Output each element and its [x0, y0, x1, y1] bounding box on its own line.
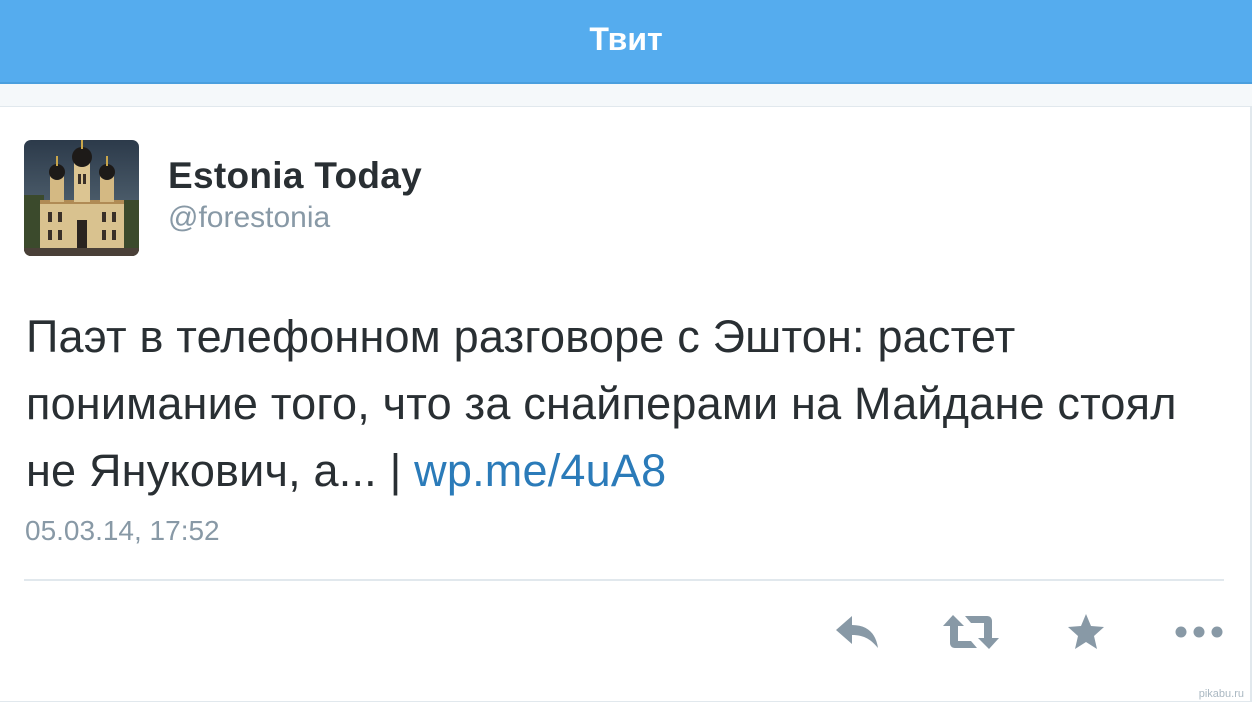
watermark: pikabu.ru [1198, 688, 1244, 700]
star-icon [1068, 614, 1104, 649]
avatar[interactable] [24, 140, 139, 256]
more-button[interactable] [1169, 607, 1229, 657]
favorite-button[interactable] [1056, 607, 1116, 657]
tweet-card: Estonia Today @forestonia Паэт в телефон… [0, 106, 1252, 702]
cathedral-image [24, 140, 139, 256]
reply-icon [836, 616, 878, 648]
page-title: Твит [589, 20, 663, 57]
tweet-actions [0, 607, 1250, 667]
tweet-text: Паэт в телефонном разговоре с Эштон: рас… [26, 303, 1236, 504]
tweet-link[interactable]: wp.me/4uA8 [414, 445, 666, 496]
tweet-timestamp: 05.03.14, 17:52 [25, 515, 220, 546]
retweet-icon [943, 615, 999, 649]
reply-button[interactable] [828, 607, 888, 657]
retweet-button[interactable] [941, 607, 1001, 657]
author-handle[interactable]: @forestonia [168, 201, 330, 235]
author-name[interactable]: Estonia Today [168, 155, 422, 197]
divider [24, 579, 1224, 581]
nav-bar: Твит [0, 0, 1252, 84]
more-icon [1175, 626, 1223, 638]
